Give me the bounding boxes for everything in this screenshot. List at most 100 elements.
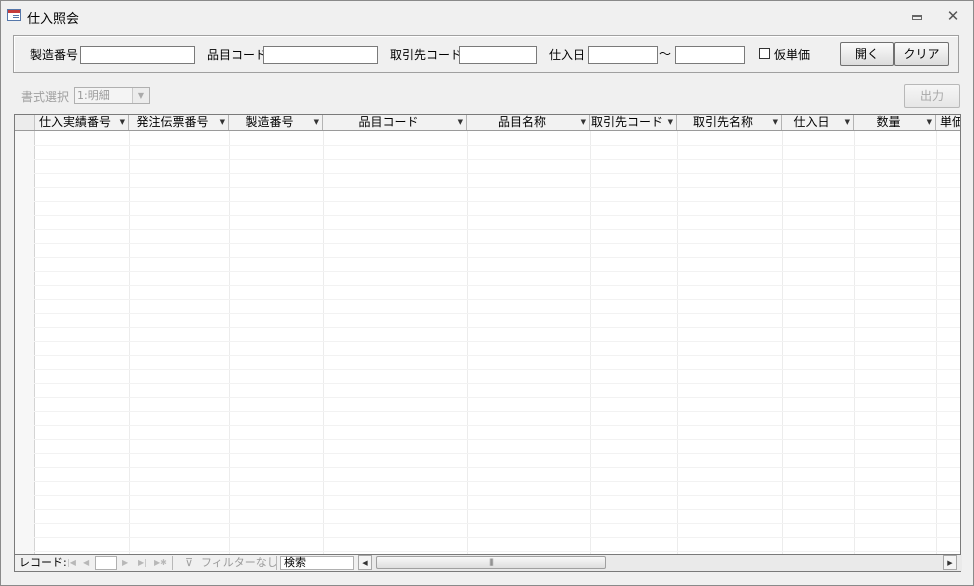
dropdown-arrow-icon[interactable]: ▼	[927, 115, 932, 130]
current-record-input[interactable]	[95, 556, 117, 570]
column-header[interactable]: 数量 ▼	[854, 115, 936, 130]
row-divider	[34, 439, 960, 440]
search-input[interactable]: 検索	[280, 556, 354, 570]
navigation-bar: レコード: |◀ ◀ ▶ ▶| ▶✱ ⊽ フィルターなし 検索 ◀ ||| ▶	[14, 555, 962, 572]
window-title: 仕入照会	[27, 12, 80, 27]
row-divider	[34, 369, 960, 370]
filter-status-label[interactable]: フィルターなし	[201, 556, 278, 570]
dropdown-arrow-icon[interactable]: ▼	[120, 115, 125, 130]
row-divider	[34, 411, 960, 412]
dropdown-arrow-icon[interactable]: ▼	[668, 115, 673, 130]
row-divider	[34, 481, 960, 482]
column-divider	[467, 131, 468, 554]
column-divider	[129, 131, 130, 554]
row-divider	[34, 327, 960, 328]
hinmoku-code-input[interactable]	[263, 46, 378, 64]
record-label: レコード:	[19, 556, 67, 569]
column-divider	[854, 131, 855, 554]
column-header[interactable]: 製造番号 ▼	[229, 115, 323, 130]
column-header[interactable]: 取引先名称 ▼	[677, 115, 782, 130]
row-divider	[34, 453, 960, 454]
dropdown-arrow-icon[interactable]: ▼	[581, 115, 586, 130]
row-divider	[34, 229, 960, 230]
row-divider	[34, 201, 960, 202]
row-divider	[34, 173, 960, 174]
format-select-label: 書式選択	[21, 90, 70, 104]
hinmoku-code-label: 品目コード	[207, 48, 268, 62]
minimize-icon	[912, 15, 922, 20]
row-divider	[34, 355, 960, 356]
first-record-icon[interactable]: |◀	[67, 556, 76, 570]
row-divider	[34, 299, 960, 300]
app-window: 仕入照会 ✕ 製造番号 品目コード 取引先コード 仕入日 ～ 仮単価 開く クリ…	[0, 0, 974, 586]
record-selector-column[interactable]	[15, 131, 35, 554]
output-button[interactable]: 出力	[904, 84, 960, 108]
close-button[interactable]: ✕	[943, 7, 963, 25]
column-header[interactable]: 仕入実績番号 ▼	[34, 115, 129, 130]
row-divider	[34, 509, 960, 510]
format-select-value: 1:明細	[77, 89, 110, 102]
format-select[interactable]: 1:明細 ▼	[74, 87, 150, 104]
dropdown-arrow-icon[interactable]: ▼	[220, 115, 225, 130]
column-divider	[677, 131, 678, 554]
chevron-down-icon: ▼	[132, 88, 149, 103]
filter-panel: 製造番号 品目コード 取引先コード 仕入日 ～ 仮単価 開く クリア	[13, 35, 959, 73]
column-header[interactable]: 品目名称 ▼	[467, 115, 590, 130]
row-divider	[34, 537, 960, 538]
row-divider	[34, 313, 960, 314]
open-button[interactable]: 開く	[840, 42, 894, 66]
separator	[172, 556, 173, 570]
row-divider	[34, 159, 960, 160]
column-header[interactable]: 単価	[936, 115, 960, 130]
column-divider	[782, 131, 783, 554]
seizo-bango-input[interactable]	[80, 46, 195, 64]
dropdown-arrow-icon[interactable]: ▼	[773, 115, 778, 130]
row-divider	[34, 495, 960, 496]
column-divider	[229, 131, 230, 554]
row-divider	[34, 215, 960, 216]
column-header[interactable]: 品目コード ▼	[323, 115, 467, 130]
next-record-icon[interactable]: ▶	[122, 556, 128, 570]
row-divider	[34, 187, 960, 188]
row-divider	[34, 145, 960, 146]
previous-record-icon[interactable]: ◀	[83, 556, 89, 570]
row-divider	[34, 271, 960, 272]
select-all-corner[interactable]	[15, 115, 35, 130]
form-icon	[7, 9, 21, 21]
date-range-separator: ～	[659, 47, 672, 61]
dropdown-arrow-icon[interactable]: ▼	[458, 115, 463, 130]
scroll-left-icon[interactable]: ◀	[358, 555, 372, 570]
column-divider	[590, 131, 591, 554]
dropdown-arrow-icon[interactable]: ▼	[845, 115, 850, 130]
row-divider	[34, 397, 960, 398]
column-header[interactable]: 仕入日 ▼	[782, 115, 854, 130]
row-divider	[34, 425, 960, 426]
kari-tanka-label: 仮単価	[774, 48, 811, 62]
minimize-button[interactable]	[907, 7, 927, 25]
row-divider	[34, 285, 960, 286]
column-divider	[936, 131, 937, 554]
shiire-bi-to-input[interactable]	[675, 46, 745, 64]
column-header[interactable]: 発注伝票番号 ▼	[129, 115, 229, 130]
new-record-icon[interactable]: ▶✱	[154, 556, 167, 570]
scroll-right-icon[interactable]: ▶	[943, 555, 957, 570]
datasheet-grid: 仕入実績番号 ▼ 発注伝票番号 ▼ 製造番号 ▼ 品目コード ▼ 品目名称 ▼ 取引先コー…	[14, 114, 961, 555]
filter-icon: ⊽	[185, 556, 194, 569]
torihikisaki-code-label: 取引先コード	[390, 48, 463, 62]
seizo-bango-label: 製造番号	[30, 48, 79, 62]
separator	[276, 556, 277, 570]
row-divider	[34, 551, 960, 552]
dropdown-arrow-icon[interactable]: ▼	[314, 115, 319, 130]
last-record-icon[interactable]: ▶|	[138, 556, 147, 570]
shiire-bi-from-input[interactable]	[588, 46, 658, 64]
row-divider	[34, 467, 960, 468]
column-header[interactable]: 取引先コード ▼	[590, 115, 677, 130]
title-bar: 仕入照会 ✕	[1, 1, 973, 31]
scroll-thumb[interactable]: |||	[376, 556, 606, 569]
torihikisaki-code-input[interactable]	[459, 46, 537, 64]
close-icon: ✕	[946, 7, 960, 25]
shiire-bi-label: 仕入日	[549, 48, 586, 62]
horizontal-scrollbar[interactable]: ◀ ||| ▶	[358, 555, 962, 571]
clear-button[interactable]: クリア	[894, 42, 949, 66]
kari-tanka-checkbox[interactable]	[759, 48, 770, 59]
